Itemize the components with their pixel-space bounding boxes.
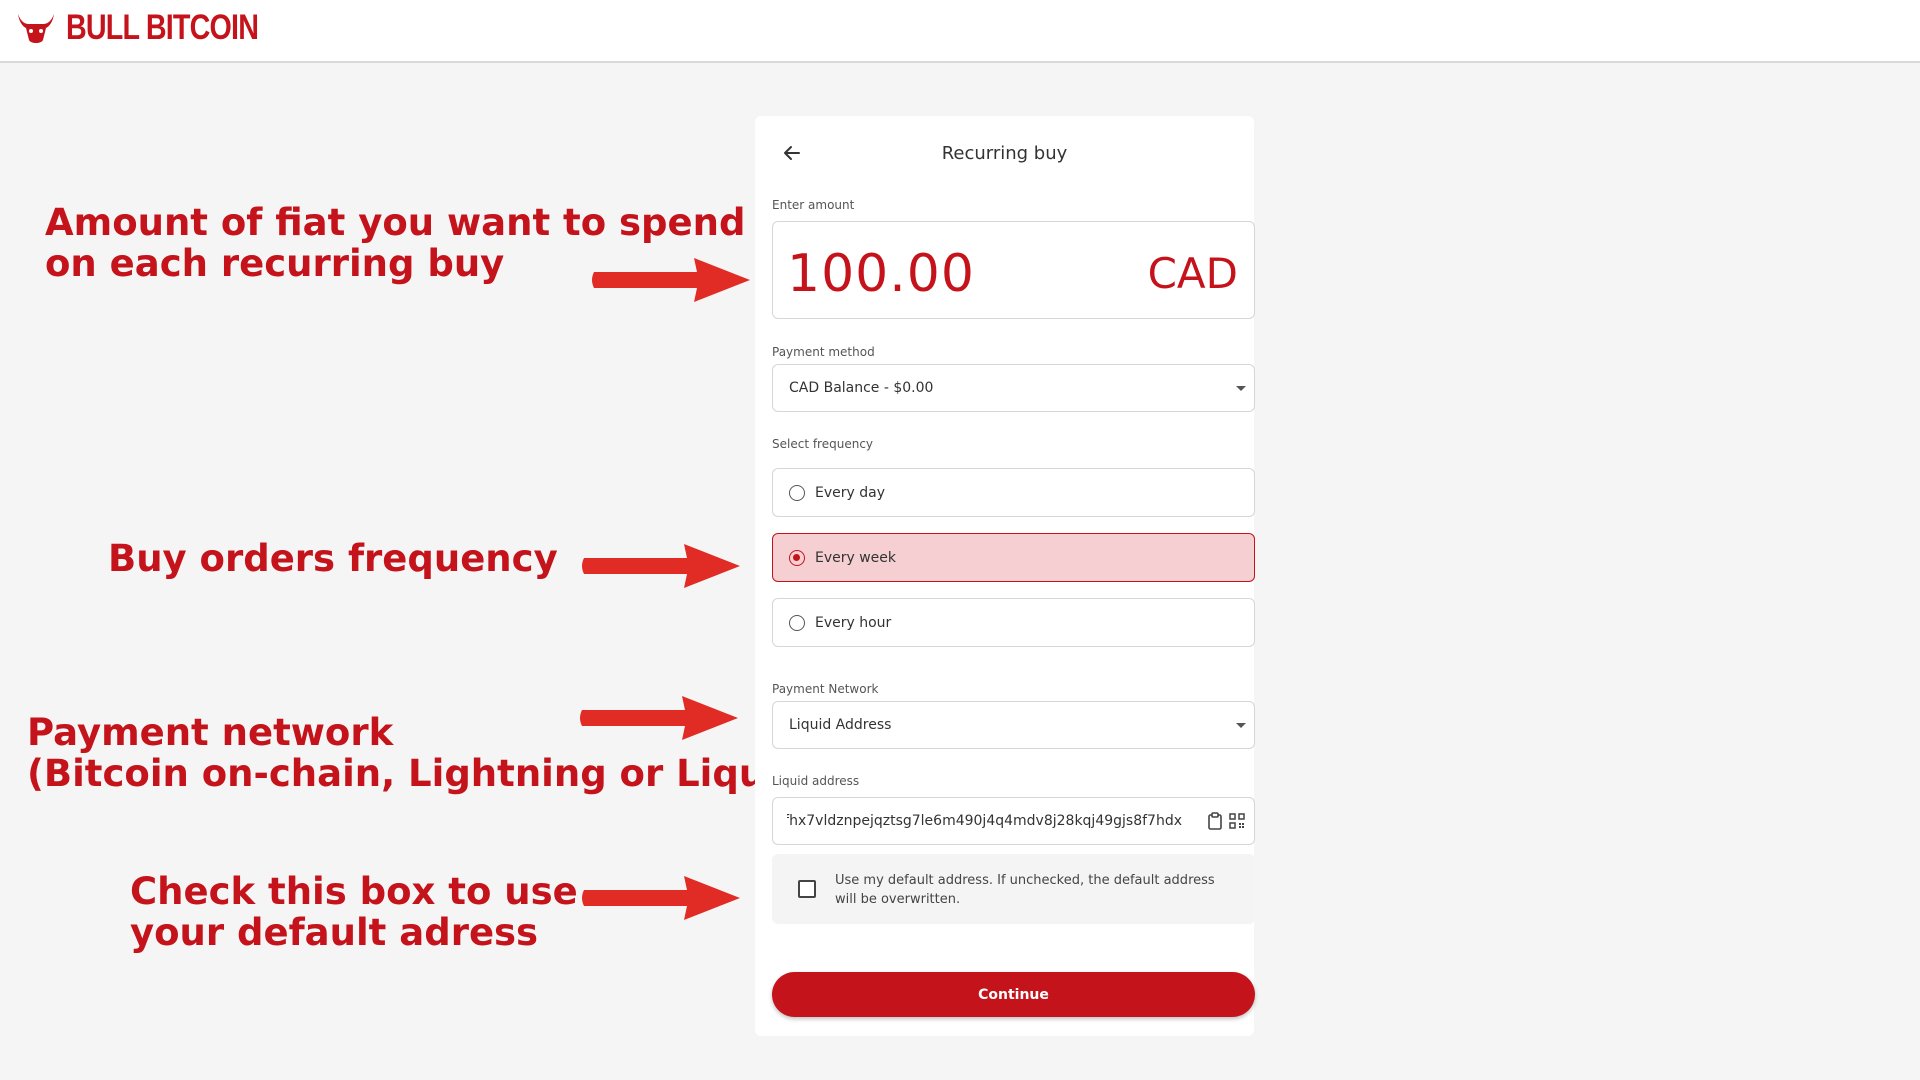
brand-name: BULL BITCOIN bbox=[66, 8, 259, 47]
continue-button[interactable]: Continue bbox=[772, 972, 1255, 1017]
frequency-option-every-hour[interactable]: Every hour bbox=[772, 598, 1255, 647]
frequency-option-label: Every week bbox=[815, 549, 897, 566]
payment-network-label: Payment Network bbox=[772, 682, 879, 696]
annotation-arrow-amount bbox=[592, 258, 750, 302]
brand-logo[interactable]: BULL BITCOIN bbox=[16, 10, 300, 46]
amount-input[interactable]: 100.00 CAD bbox=[772, 221, 1255, 319]
frequency-option-label: Every hour bbox=[815, 614, 892, 631]
frequency-option-every-week[interactable]: Every week bbox=[772, 533, 1255, 582]
top-bar: BULL BITCOIN bbox=[0, 0, 1920, 63]
annotation-arrow-frequency bbox=[582, 544, 740, 588]
amount-label: Enter amount bbox=[772, 198, 855, 212]
default-address-option: Use my default address. If unchecked, th… bbox=[772, 854, 1255, 924]
frequency-option-every-day[interactable]: Every day bbox=[772, 468, 1255, 517]
amount-value[interactable]: 100.00 bbox=[787, 244, 975, 304]
annotation-arrow-checkbox bbox=[582, 876, 740, 920]
default-address-text: Use my default address. If unchecked, th… bbox=[835, 873, 1215, 907]
payment-network-value: Liquid Address bbox=[789, 717, 892, 733]
payment-method-label: Payment method bbox=[772, 345, 875, 359]
annotation-checkbox: Check this box to use your default adres… bbox=[130, 870, 578, 954]
default-address-checkbox[interactable] bbox=[798, 880, 816, 898]
radio-button[interactable] bbox=[789, 614, 805, 631]
frequency-label: Select frequency bbox=[772, 437, 874, 451]
recurring-buy-card: Recurring buy Enter amount 100.00 CAD Pa… bbox=[755, 116, 1255, 1036]
liquid-address-label: Liquid address bbox=[772, 774, 860, 788]
annotation-arrow-network bbox=[580, 696, 738, 740]
payment-method-value: CAD Balance - $0.00 bbox=[789, 380, 934, 396]
payment-method-select[interactable]: CAD Balance - $0.00 bbox=[772, 364, 1255, 412]
radio-button-selected[interactable] bbox=[789, 549, 805, 566]
liquid-address-input[interactable]: lq1qq2xtzrqk7mfhx7vldznpejqztsg7le6m490j… bbox=[772, 797, 1255, 845]
payment-network-select[interactable]: Liquid Address bbox=[772, 701, 1255, 749]
bull-head-icon bbox=[18, 14, 54, 43]
page-title: Recurring buy bbox=[941, 143, 1068, 164]
radio-button[interactable] bbox=[789, 484, 805, 501]
liquid-address-value[interactable]: lq1qq2xtzrqk7mfhx7vldznpejqztsg7le6m490j… bbox=[787, 813, 1182, 829]
qr-code-icon[interactable] bbox=[1228, 812, 1246, 830]
frequency-option-label: Every day bbox=[815, 484, 885, 501]
amount-currency: CAD bbox=[1147, 249, 1238, 298]
annotation-frequency: Buy orders frequency bbox=[108, 537, 558, 580]
clipboard-icon[interactable] bbox=[1206, 812, 1224, 830]
chevron-down-icon bbox=[1236, 723, 1246, 728]
chevron-down-icon bbox=[1236, 386, 1246, 391]
